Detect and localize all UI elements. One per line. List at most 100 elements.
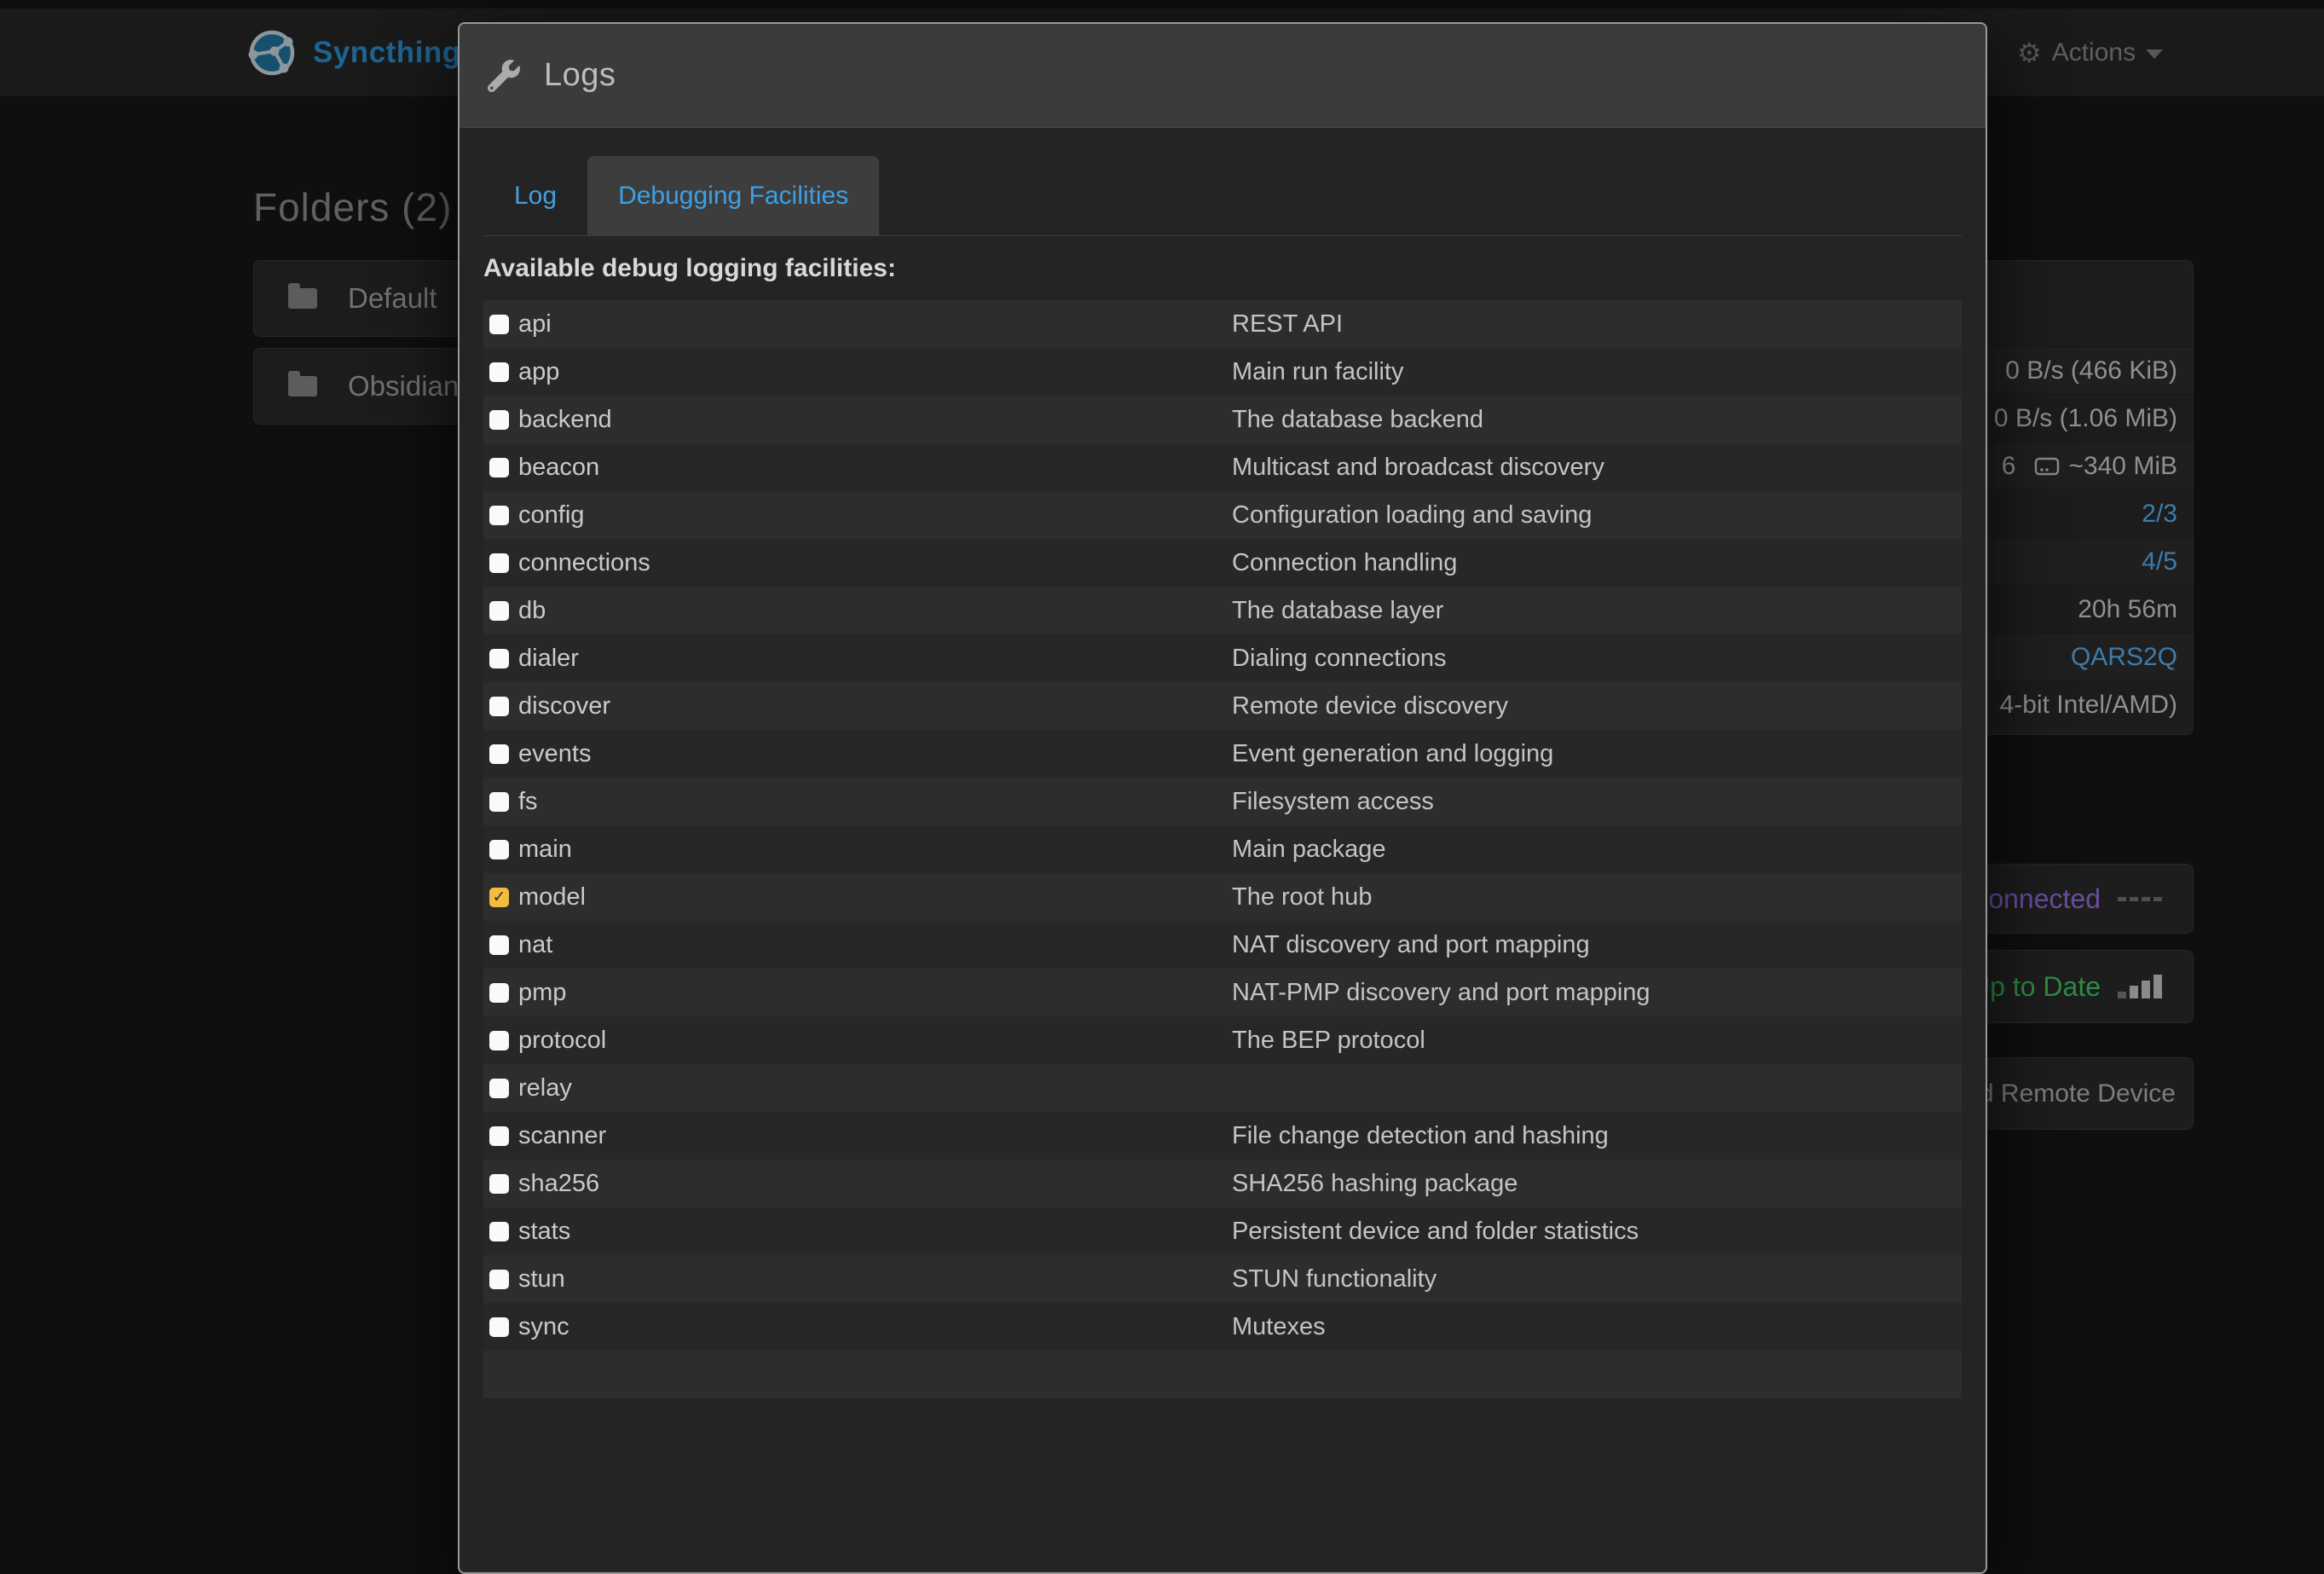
facility-description: File change detection and hashing [1232, 1122, 1609, 1150]
facility-row: pmp NAT-PMP discovery and port mapping [483, 969, 1962, 1016]
syncthing-logo-icon [248, 29, 296, 77]
facility-row: mainMain package [483, 825, 1962, 873]
facility-row: dbThe database layer [483, 587, 1962, 634]
facility-label: config [518, 501, 584, 529]
facility-checkbox-fs[interactable] [489, 792, 509, 812]
facility-description: SHA256 hashing package [1232, 1170, 1518, 1198]
facility-label: sha256 [518, 1170, 599, 1198]
facility-row: backend The database backend [483, 396, 1962, 443]
device-info-prefix: 6 [2002, 452, 2016, 481]
facility-checkbox-db[interactable] [489, 601, 509, 621]
facility-row: discover Remote device discovery [483, 682, 1962, 730]
device-status-up-to-date: Up to Date [1970, 971, 2101, 1003]
facility-label: beacon [518, 454, 599, 482]
logs-modal-body: Log Debugging Facilities Available debug… [460, 156, 1986, 1398]
actions-label: Actions [2052, 38, 2136, 67]
facility-checkbox-connections[interactable] [489, 553, 509, 573]
facility-label: sync [518, 1313, 569, 1341]
facility-description: Event generation and logging [1232, 740, 1553, 768]
gear-icon: ⚙ [2017, 39, 2042, 67]
facility-label: dialer [518, 645, 579, 673]
facility-checkbox-main[interactable] [489, 840, 509, 859]
device-info-value: 4-bit Intel/AMD) [2000, 691, 2177, 720]
facility-description: The root hub [1232, 883, 1372, 911]
facility-label: model [518, 883, 586, 911]
facility-description: REST API [1232, 310, 1343, 339]
facility-label: connections [518, 549, 650, 577]
facility-checkbox-api[interactable] [489, 315, 509, 334]
facility-checkbox-sync[interactable] [489, 1317, 509, 1337]
folders-heading: Folders (2) [253, 184, 452, 230]
facility-row: eventsEvent generation and logging [483, 730, 1962, 778]
facility-checkbox-stun[interactable] [489, 1270, 509, 1289]
logs-modal-title: Logs [544, 57, 616, 94]
brand-link[interactable]: Syncthing [248, 9, 461, 96]
facility-checkbox-app[interactable] [489, 362, 509, 382]
brand-title: Syncthing [313, 36, 461, 70]
facilities-table: api REST API app Main run facility backend Th… [483, 300, 1962, 1398]
facility-checkbox-backend[interactable] [489, 410, 509, 430]
facility-row: sync Mutexes [483, 1303, 1962, 1351]
facility-label: api [518, 310, 552, 339]
facility-description: Persistent device and folder statistics [1232, 1218, 1639, 1246]
actions-menu-button[interactable]: ⚙ Actions [2017, 9, 2163, 96]
facility-row: connectionsConnection handling [483, 539, 1962, 587]
facility-description: STUN functionality [1232, 1265, 1437, 1293]
facilities-heading: Available debug logging facilities: [483, 236, 1962, 300]
facility-checkbox-stats[interactable] [489, 1222, 509, 1241]
facility-description: The database backend [1232, 406, 1483, 434]
device-info-link[interactable]: 4/5 [2142, 547, 2177, 576]
facility-row: api REST API [483, 300, 1962, 348]
facility-checkbox-discover[interactable] [489, 697, 509, 716]
facility-description: Remote device discovery [1232, 692, 1508, 720]
facility-checkbox-sha256[interactable] [489, 1174, 509, 1194]
facility-description: Configuration loading and saving [1232, 501, 1592, 529]
facility-label: backend [518, 406, 612, 434]
facility-description: Main run facility [1232, 358, 1403, 386]
facility-label: nat [518, 931, 552, 959]
facility-description: The database layer [1232, 597, 1443, 625]
facility-row: nat NAT discovery and port mapping [483, 921, 1962, 969]
facility-checkbox-scanner[interactable] [489, 1126, 509, 1146]
facility-label: stats [518, 1218, 570, 1246]
facility-description: Filesystem access [1232, 788, 1434, 816]
facility-row: beaconMulticast and broadcast discovery [483, 443, 1962, 491]
tab-log[interactable]: Log [483, 156, 587, 236]
facility-checkbox-pmp[interactable] [489, 983, 509, 1003]
facility-checkbox-model[interactable]: ✓ [489, 888, 509, 907]
facility-checkbox-nat[interactable] [489, 935, 509, 955]
folder-icon [288, 288, 317, 309]
facility-label: pmp [518, 979, 566, 1007]
facility-description: Mutexes [1232, 1313, 1326, 1341]
signal-bars-icon [2118, 975, 2162, 998]
device-info-link[interactable]: 2/3 [2142, 500, 2177, 529]
tab-debugging-facilities[interactable]: Debugging Facilities [587, 156, 879, 236]
facility-description: NAT discovery and port mapping [1232, 931, 1590, 959]
logs-modal-header: Logs [460, 24, 1986, 128]
folder-name: Obsidian [348, 370, 459, 402]
facility-label: app [518, 358, 559, 386]
facility-checkbox-beacon[interactable] [489, 458, 509, 477]
facility-description: NAT-PMP discovery and port mapping [1232, 979, 1651, 1007]
facility-label: scanner [518, 1122, 606, 1150]
facility-row: ✓ model The root hub [483, 873, 1962, 921]
facility-row: stats Persistent device and folder statis… [483, 1207, 1962, 1255]
facility-row: app Main run facility [483, 348, 1962, 396]
device-info-link[interactable]: QARS2Q [2071, 643, 2177, 672]
facility-checkbox-dialer[interactable] [489, 649, 509, 668]
caret-down-icon [2146, 49, 2163, 59]
logs-modal: Logs Log Debugging Facilities Available … [458, 22, 1987, 1574]
facility-row: sha256 SHA256 hashing package [483, 1160, 1962, 1207]
facility-row: config Configuration loading and saving [483, 491, 1962, 539]
facility-checkbox-protocol[interactable] [489, 1031, 509, 1050]
facility-description: Main package [1232, 836, 1386, 864]
facility-checkbox-relay[interactable] [489, 1079, 509, 1098]
signal-flat-icon [2118, 887, 2162, 911]
facility-row [483, 1351, 1962, 1398]
wrench-icon [488, 60, 520, 92]
facility-checkbox-events[interactable] [489, 744, 509, 764]
facility-label: stun [518, 1265, 565, 1293]
facility-checkbox-config[interactable] [489, 506, 509, 525]
facility-label: discover [518, 692, 610, 720]
facility-row: relay [483, 1064, 1962, 1112]
